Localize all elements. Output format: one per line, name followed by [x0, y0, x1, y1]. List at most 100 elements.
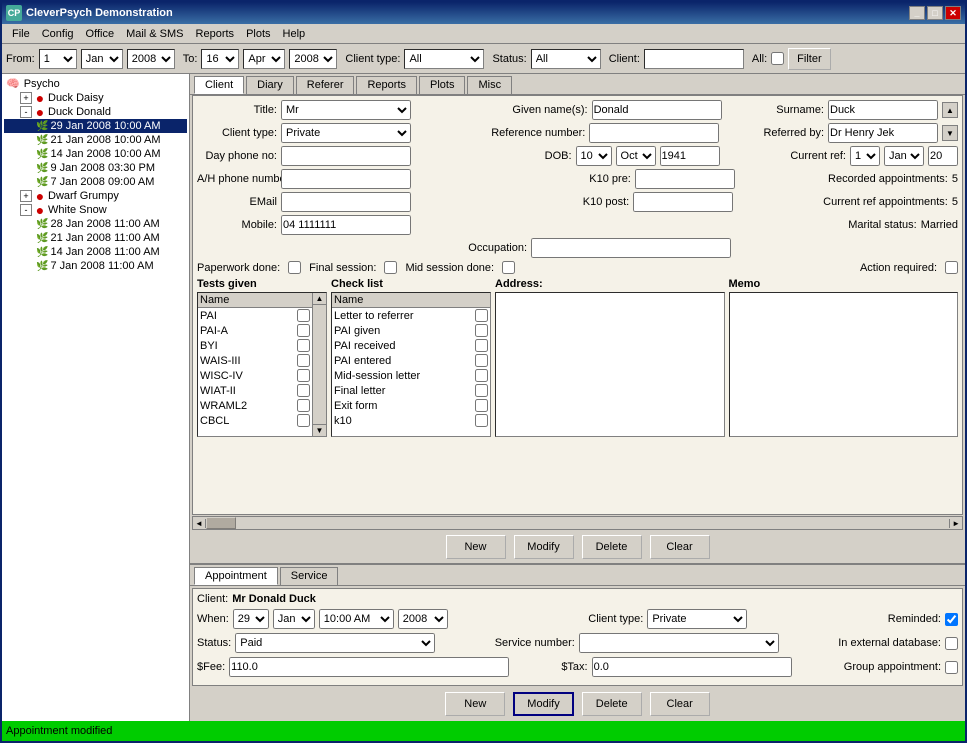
check-mid-session[interactable]: [475, 369, 488, 382]
from-day-select[interactable]: 12714: [39, 49, 77, 69]
tab-referer[interactable]: Referer: [296, 76, 355, 94]
tests-scroll-down[interactable]: ▼: [313, 424, 326, 436]
to-day-select[interactable]: 16: [201, 49, 239, 69]
group-appt-checkbox[interactable]: [945, 661, 958, 674]
tree-item-white-snow[interactable]: - ● White Snow: [4, 203, 187, 217]
appt-month-select[interactable]: Jan: [273, 609, 315, 629]
tab-misc[interactable]: Misc: [467, 76, 512, 94]
mobile-input[interactable]: [281, 215, 411, 235]
expand-snow-icon[interactable]: -: [20, 204, 32, 216]
tab-client[interactable]: Client: [194, 76, 244, 94]
client-clear-button[interactable]: Clear: [650, 535, 710, 559]
maximize-button[interactable]: □: [927, 6, 943, 20]
appt-new-button[interactable]: New: [445, 692, 505, 716]
hscroll-left-arrow[interactable]: ◄: [193, 519, 206, 528]
tree-item-snow-appt-2[interactable]: 🌿 21 Jan 2008 11:00 AM: [4, 231, 187, 245]
title-select[interactable]: MrMrsMsDr: [281, 100, 411, 120]
tree-item-snow-appt-3[interactable]: 🌿 14 Jan 2008 11:00 AM: [4, 245, 187, 259]
all-checkbox[interactable]: [771, 52, 784, 65]
appt-modify-button[interactable]: Modify: [513, 692, 573, 716]
tree-item-appt-4[interactable]: 🌿 9 Jan 2008 03:30 PM: [4, 161, 187, 175]
appt-day-select[interactable]: 29: [233, 609, 269, 629]
check-pai-received[interactable]: [475, 339, 488, 352]
appt-client-type-select[interactable]: Private: [647, 609, 747, 629]
menu-office[interactable]: Office: [80, 26, 121, 42]
check-exit-form[interactable]: [475, 399, 488, 412]
address-textarea[interactable]: [495, 292, 725, 437]
expand-daisy-icon[interactable]: +: [20, 92, 32, 104]
email-input[interactable]: [281, 192, 411, 212]
current-ref-year-input[interactable]: [928, 146, 958, 166]
tree-item-appt-2[interactable]: 🌿 21 Jan 2008 10:00 AM: [4, 133, 187, 147]
client-type-toolbar-select[interactable]: AllPrivate: [404, 49, 484, 69]
test-check-wraml[interactable]: [297, 399, 310, 412]
appt-delete-button[interactable]: Delete: [582, 692, 642, 716]
k10-post-input[interactable]: [633, 192, 733, 212]
client-delete-button[interactable]: Delete: [582, 535, 642, 559]
tab-reports[interactable]: Reports: [356, 76, 417, 94]
client-new-button[interactable]: New: [446, 535, 506, 559]
tax-input[interactable]: [592, 657, 792, 677]
tree-item-appt-1[interactable]: 🌿 29 Jan 2008 10:00 AM: [4, 119, 187, 133]
memo-textarea[interactable]: [729, 292, 959, 437]
surname-scroll-up[interactable]: ▲: [942, 102, 958, 118]
current-ref-month-select[interactable]: Jan: [884, 146, 924, 166]
check-letter[interactable]: [475, 309, 488, 322]
to-month-select[interactable]: Apr: [243, 49, 285, 69]
menu-mail-sms[interactable]: Mail & SMS: [120, 26, 189, 42]
tree-item-appt-3[interactable]: 🌿 14 Jan 2008 10:00 AM: [4, 147, 187, 161]
from-month-select[interactable]: JanApr: [81, 49, 123, 69]
in-ext-db-checkbox[interactable]: [945, 637, 958, 650]
final-session-checkbox[interactable]: [384, 261, 397, 274]
from-year-select[interactable]: 2008: [127, 49, 175, 69]
referred-by-input[interactable]: [828, 123, 938, 143]
tab-appointment[interactable]: Appointment: [194, 567, 278, 585]
menu-config[interactable]: Config: [36, 26, 80, 42]
test-check-pai-a[interactable]: [297, 324, 310, 337]
tree-item-appt-5[interactable]: 🌿 7 Jan 2008 09:00 AM: [4, 175, 187, 189]
appt-year-select[interactable]: 2008: [398, 609, 448, 629]
menu-plots[interactable]: Plots: [240, 26, 276, 42]
appt-status-select[interactable]: PaidBookedCancelled: [235, 633, 435, 653]
action-required-checkbox[interactable]: [945, 261, 958, 274]
tree-item-duck-daisy[interactable]: + ● Duck Daisy: [4, 91, 187, 105]
test-check-byi[interactable]: [297, 339, 310, 352]
paperwork-done-checkbox[interactable]: [288, 261, 301, 274]
minimize-button[interactable]: _: [909, 6, 925, 20]
main-hscrollbar[interactable]: ◄ ►: [192, 516, 963, 530]
client-type-form-select[interactable]: PrivateMedicareDVA: [281, 123, 411, 143]
surname-input[interactable]: [828, 100, 938, 120]
day-phone-input[interactable]: [281, 146, 411, 166]
tab-service[interactable]: Service: [280, 567, 339, 585]
check-pai-entered[interactable]: [475, 354, 488, 367]
service-number-select[interactable]: [579, 633, 779, 653]
appt-time-select[interactable]: 10:00 AM: [319, 609, 394, 629]
reminded-checkbox[interactable]: [945, 613, 958, 626]
referral-scroll-down[interactable]: ▼: [942, 125, 958, 141]
menu-file[interactable]: File: [6, 26, 36, 42]
dob-month-select[interactable]: Oct: [616, 146, 656, 166]
status-toolbar-select[interactable]: AllPaid: [531, 49, 601, 69]
client-toolbar-input[interactable]: [644, 49, 744, 69]
tree-item-psycho[interactable]: 🧠 Psycho: [4, 76, 187, 91]
expand-donald-icon[interactable]: -: [20, 106, 32, 118]
given-names-input[interactable]: [592, 100, 722, 120]
check-k10[interactable]: [475, 414, 488, 427]
client-modify-button[interactable]: Modify: [514, 535, 574, 559]
dob-day-select[interactable]: 10: [576, 146, 612, 166]
to-year-select[interactable]: 2008: [289, 49, 337, 69]
reference-number-input[interactable]: [589, 123, 719, 143]
test-check-cbcl[interactable]: [297, 414, 310, 427]
ah-phone-input[interactable]: [281, 169, 411, 189]
tree-item-duck-donald[interactable]: - ● Duck Donald: [4, 105, 187, 119]
test-check-wiat[interactable]: [297, 384, 310, 397]
mid-session-done-checkbox[interactable]: [502, 261, 515, 274]
tab-diary[interactable]: Diary: [246, 76, 294, 94]
appt-clear-button[interactable]: Clear: [650, 692, 710, 716]
filter-button[interactable]: Filter: [788, 48, 830, 70]
menu-reports[interactable]: Reports: [190, 26, 241, 42]
occupation-input[interactable]: [531, 238, 731, 258]
tree-item-snow-appt-4[interactable]: 🌿 7 Jan 2008 11:00 AM: [4, 259, 187, 273]
check-pai-given[interactable]: [475, 324, 488, 337]
hscroll-thumb[interactable]: [206, 517, 236, 529]
